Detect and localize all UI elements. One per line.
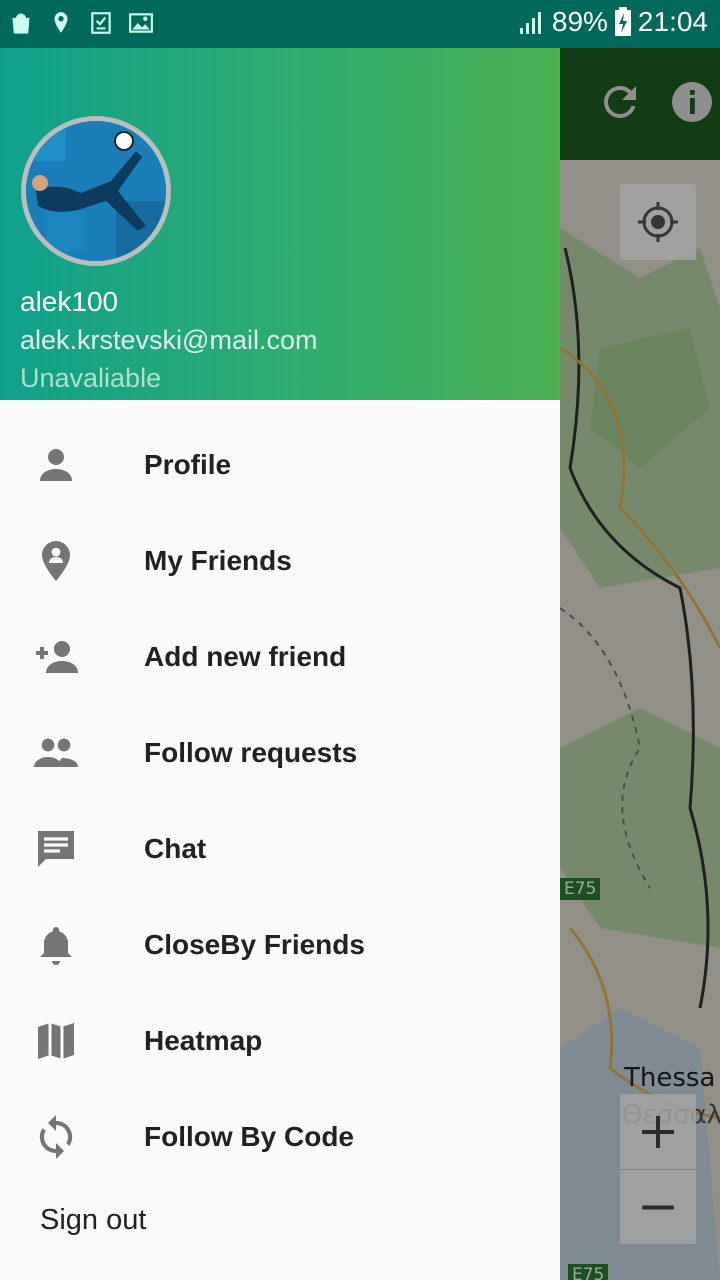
menu-item-label: Follow By Code <box>144 1121 354 1152</box>
menu-item-label: CloseBy Friends <box>144 929 365 960</box>
map-icon <box>38 1023 74 1059</box>
battery-charging-icon <box>614 7 631 36</box>
user-name: alek100 <box>20 286 119 317</box>
clock: 21:04 <box>637 6 708 37</box>
friend-location-icon <box>42 541 70 581</box>
person-icon <box>40 449 72 481</box>
menu-item-add-new-friend[interactable]: Add new friend <box>0 609 560 705</box>
person-add-icon <box>36 641 78 673</box>
menu-item-label: Chat <box>144 833 207 864</box>
shopping-bag-icon <box>12 13 30 34</box>
menu-item-closeby-friends[interactable]: CloseBy Friends <box>0 897 560 993</box>
image-icon <box>129 13 153 33</box>
user-email: alek.krstevski@mail.com <box>20 325 318 355</box>
sync-icon <box>39 1115 73 1159</box>
menu-item-my-friends[interactable]: My Friends <box>0 513 560 609</box>
bell-icon <box>40 927 72 965</box>
user-status: Unavaliable <box>20 363 162 393</box>
status-bar: 89% 21:04 <box>0 0 720 48</box>
chat-icon <box>38 831 74 867</box>
location-pin-icon <box>54 12 68 33</box>
menu-item-label: Heatmap <box>144 1025 263 1056</box>
menu-item-follow-requests[interactable]: Follow requests <box>0 705 560 801</box>
drawer-header: alek100 alek.krstevski@mail.com Unavalia… <box>0 48 560 400</box>
checklist-icon <box>91 12 111 34</box>
people-icon <box>34 738 78 767</box>
menu-item-label: Profile <box>144 449 232 480</box>
sign-out-button[interactable]: Sign out <box>40 1200 146 1240</box>
menu-item-label: My Friends <box>144 545 292 576</box>
menu-item-chat[interactable]: Chat <box>0 801 560 897</box>
menu-item-heatmap[interactable]: Heatmap <box>0 993 560 1089</box>
navigation-drawer: alek100 alek.krstevski@mail.com Unavalia… <box>0 48 560 1280</box>
menu-item-label: Follow requests <box>144 737 358 768</box>
avatar[interactable] <box>21 116 171 266</box>
menu-item-profile[interactable]: Profile <box>0 417 560 513</box>
menu-item-label: Add new friend <box>144 641 347 672</box>
signal-icon <box>519 12 541 34</box>
battery-percent: 89% <box>551 6 608 37</box>
menu-item-follow-by-code[interactable]: Follow By Code <box>0 1089 560 1185</box>
avatar-image <box>26 121 166 261</box>
drawer-menu: Profile My Friends Add new friend Follow… <box>0 417 560 1185</box>
